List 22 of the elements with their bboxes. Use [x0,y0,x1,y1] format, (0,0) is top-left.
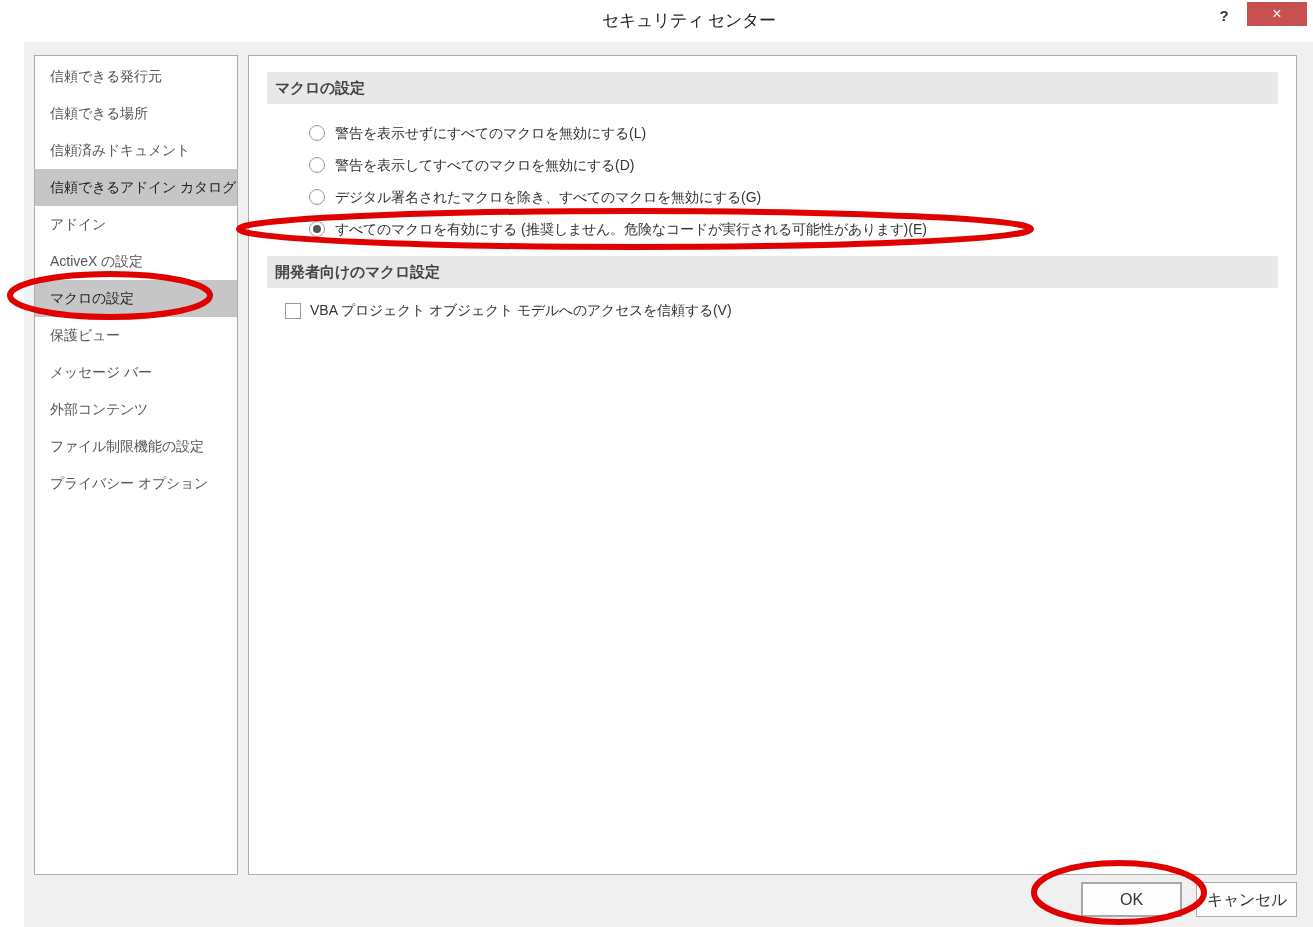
sidebar-item[interactable]: 信頼できる発行元 [35,58,237,95]
help-button[interactable]: ? [1209,4,1239,28]
sidebar-item[interactable]: 外部コンテンツ [35,391,237,428]
sidebar-item[interactable]: プライバシー オプション [35,465,237,502]
sidebar-item[interactable]: ActiveX の設定 [35,243,237,280]
radio-option[interactable]: デジタル署名されたマクロを除き、すべてのマクロを無効にする(G) [309,186,762,208]
vba-access-checkbox[interactable]: VBA プロジェクト オブジェクト モデルへのアクセスを信頼する(V) [285,300,732,321]
section-heading: 開発者向けのマクロ設定 [267,256,1278,288]
sidebar-item[interactable]: 信頼できるアドイン カタログ [35,169,237,206]
radio-option[interactable]: 警告を表示せずにすべてのマクロを無効にする(L) [309,122,647,144]
sidebar-item[interactable]: 信頼済みドキュメント [35,132,237,169]
cancel-button[interactable]: キャンセル [1196,882,1297,917]
sidebar-item[interactable]: メッセージ バー [35,354,237,391]
ok-button[interactable]: OK [1081,882,1182,917]
sidebar-item[interactable]: 信頼できる場所 [35,95,237,132]
sidebar-item[interactable]: 保護ビュー [35,317,237,354]
window-title: セキュリティ センター [600,10,778,33]
close-button[interactable]: × [1247,2,1307,26]
radio-option[interactable]: 警告を表示してすべてのマクロを無効にする(D) [309,154,635,176]
section-heading: マクロの設定 [267,72,1278,104]
sidebar-item[interactable]: ファイル制限機能の設定 [35,428,237,465]
sidebar-item[interactable]: アドイン [35,206,237,243]
